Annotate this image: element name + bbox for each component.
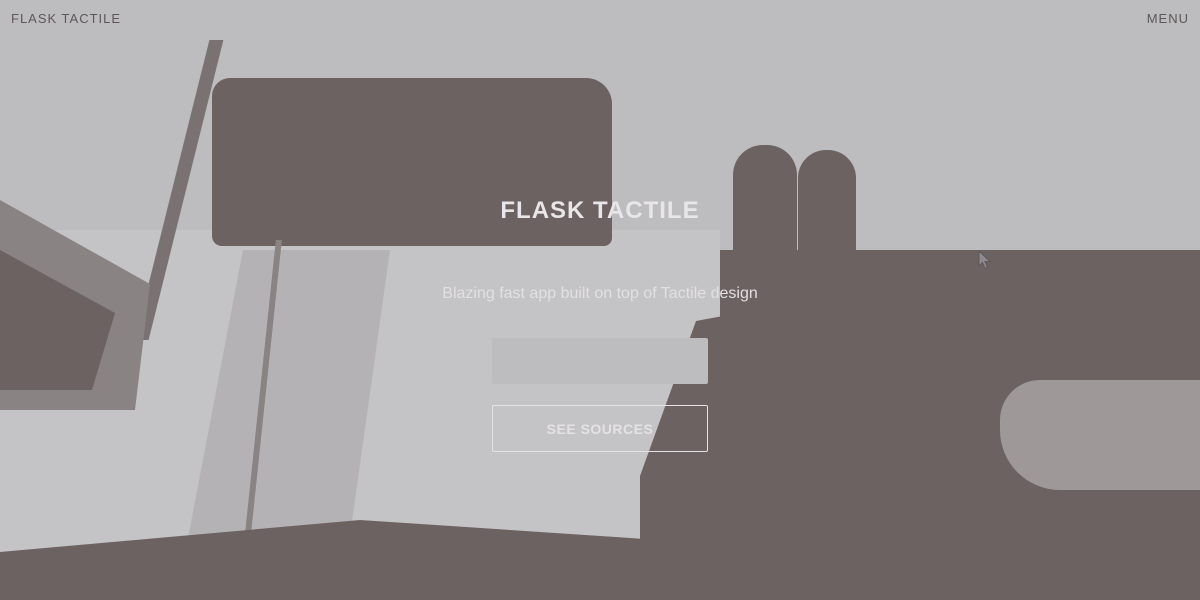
hero-section: FLASK TACTILE Blazing fast app built on … [0,0,1200,600]
mouse-pointer-icon [978,250,992,270]
hero-input-field[interactable] [492,338,708,384]
menu-button[interactable]: MENU [1147,11,1189,26]
hero-subtitle: Blazing fast app built on top of Tactile… [442,285,758,302]
page: FLASK TACTILE MENU FLASK TACTILE Blazing… [0,0,1200,600]
see-sources-button[interactable]: SEE SOURCES [492,405,708,452]
top-navbar: FLASK TACTILE MENU [0,0,1200,40]
brand-logo[interactable]: FLASK TACTILE [11,11,121,26]
hero-title: FLASK TACTILE [500,197,700,224]
